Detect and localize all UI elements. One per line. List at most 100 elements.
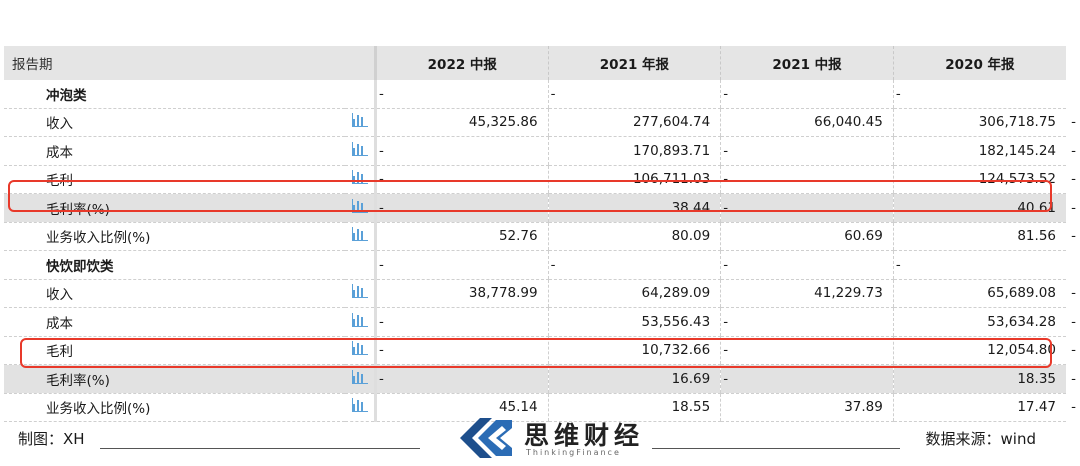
bar-chart-icon[interactable] [351,141,368,159]
empty-marker: - [895,85,901,102]
chart-author: 制图：XH [18,430,85,448]
footer-rule-left [100,448,420,449]
row-label: 业务收入比例(%) [4,222,346,251]
row-label: 毛利率(%) [4,364,346,394]
empty-marker: - [1071,142,1076,159]
empty-marker: - [1071,171,1076,188]
bar-chart-icon[interactable] [351,284,368,301]
row-chart-cell [345,136,377,166]
row-chart-cell [345,108,377,137]
value-cell: - [547,250,721,280]
row-chart-cell [345,364,377,394]
value-cell: 18.35- [892,364,1076,394]
logo-subtext: ThinkingFinance [526,448,621,457]
table-row: 毛利率(%) -16.69-18.35- [4,364,1076,394]
value-cell: 52.76 [374,222,549,251]
value-cell: 182,145.24- [892,136,1076,166]
empty-marker: - [1071,199,1076,216]
row-label: 冲泡类 [4,80,346,109]
empty-marker: - [1071,114,1076,131]
column-header-0[interactable]: 2022 中报 [374,46,549,80]
value-cell: - [374,136,549,166]
empty-marker: - [378,142,384,159]
value-cell: 60.69 [720,222,894,251]
value-cell: 65,689.08- [892,279,1076,308]
cell-value: 170,893.71 [632,142,711,159]
empty-marker: - [1071,342,1076,359]
empty-marker: - [378,370,384,387]
bar-chart-icon[interactable] [351,113,368,130]
table-row: 业务收入比例(%) 52.76 80.09 60.69 81.56- [4,222,1076,251]
value-cell: 277,604.74 [547,108,721,137]
table-row: 成本 -53,556.43-53,634.28- [4,307,1076,337]
value-cell: - [720,307,894,337]
bar-chart-icon[interactable] [351,369,368,387]
cell-value: 81.56 [1017,228,1056,245]
cell-value: 18.35 [1017,370,1056,387]
footer: 制图：XH 思维财经 ThinkingFinance 数据来源：wind [0,410,1080,465]
cell-value: 52.76 [498,228,538,245]
bar-chart-icon[interactable] [351,227,368,244]
value-cell: 170,893.71 [547,136,721,166]
column-header-2[interactable]: 2021 中报 [720,46,894,80]
highlight-box-gross-margin-brew [8,180,1052,212]
value-cell: - [720,136,894,166]
value-cell: - [892,250,1066,280]
table-row: 收入 38,778.99 64,289.09 41,229.73 65,689.08- [4,279,1076,308]
cell-value: 53,556.43 [641,313,711,330]
value-cell: - [374,250,549,280]
table-row: 收入 45,325.86 277,604.74 66,040.45 306,718.75… [4,108,1076,137]
cell-value: 182,145.24 [978,142,1056,159]
row-label: 收入 [4,108,346,137]
value-cell: 16.69 [547,364,721,394]
cell-value: 60.69 [844,228,883,245]
empty-marker: - [723,313,729,330]
empty-marker: - [1071,228,1076,245]
category-row: 快饮即饮类 - - - - [4,250,1066,280]
empty-marker: - [378,256,384,273]
empty-marker: - [550,256,556,273]
table-header-row: 报告期 2022 中报 2021 年报 2021 中报 2020 年报 [4,46,1066,80]
value-cell: 38,778.99 [374,279,549,308]
value-cell: - [374,307,549,337]
row-label: 快饮即饮类 [4,250,346,280]
row-chart-cell [345,80,377,109]
cell-value: 38,778.99 [468,285,538,302]
highlight-box-gross-margin-ready [20,338,1052,368]
empty-marker: - [895,256,901,273]
value-cell: - [374,364,549,394]
empty-marker: - [378,313,384,330]
header-label: 报告期 [4,46,346,80]
column-header-3[interactable]: 2020 年报 [892,46,1066,80]
cell-value: 45,325.86 [468,114,538,131]
value-cell: 64,289.09 [547,279,721,308]
value-cell: - [720,250,894,280]
row-chart-cell [345,307,377,337]
cell-value: 41,229.73 [814,285,883,302]
table-row: 成本 -170,893.71-182,145.24- [4,136,1076,166]
value-cell: 45,325.86 [374,108,549,137]
value-cell: 53,556.43 [547,307,721,337]
empty-marker: - [378,85,384,102]
empty-marker: - [723,85,729,102]
empty-marker: - [1071,285,1076,302]
value-cell: 66,040.45 [720,108,894,137]
value-cell: - [720,364,894,394]
cell-value: 64,289.09 [641,285,711,302]
row-chart-cell [345,250,377,280]
row-label: 成本 [4,307,346,337]
value-cell: - [892,80,1066,109]
cell-value: 53,634.28 [987,313,1056,330]
cell-value: 16.69 [671,370,711,387]
row-label: 成本 [4,136,346,166]
empty-marker: - [1071,313,1076,330]
column-header-1[interactable]: 2021 年报 [547,46,721,80]
value-cell: 80.09 [547,222,721,251]
bar-chart-icon[interactable] [351,312,368,330]
logo-mark-icon [460,418,512,458]
value-cell: 306,718.75- [892,108,1076,137]
empty-marker: - [723,256,729,273]
value-cell: - [720,80,894,109]
empty-marker: - [1071,370,1076,387]
empty-marker: - [723,370,729,387]
